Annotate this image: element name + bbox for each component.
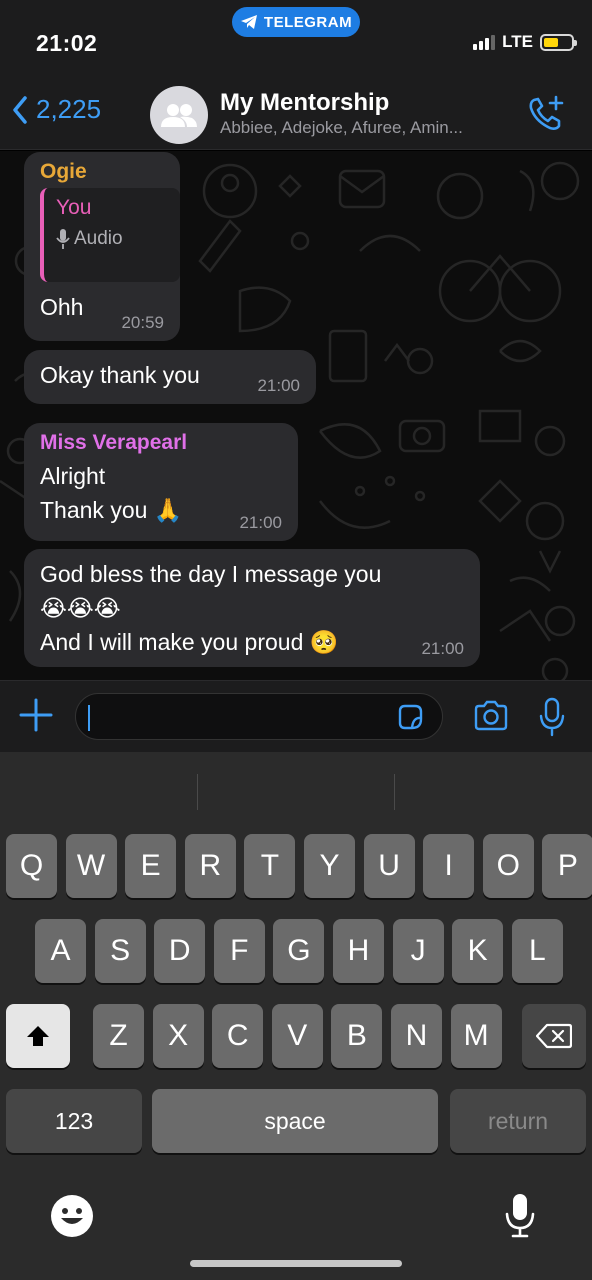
- message-text-line: Alright: [40, 463, 106, 489]
- phone-plus-icon: [529, 95, 564, 130]
- key-o[interactable]: O: [482, 834, 534, 898]
- attach-button[interactable]: [18, 697, 54, 733]
- message-emoji-line: 😭😭😭: [40, 595, 121, 621]
- message-bubble[interactable]: God bless the day I message you 😭😭😭 And …: [24, 549, 480, 667]
- backspace-icon: [536, 1023, 572, 1049]
- key-j[interactable]: J: [392, 919, 444, 983]
- back-button[interactable]: 2,225: [12, 94, 101, 125]
- key-h[interactable]: H: [333, 919, 384, 983]
- status-time: 21:02: [36, 30, 98, 56]
- key-y[interactable]: Y: [304, 834, 355, 898]
- message-text-line: God bless the day I message you: [40, 561, 382, 587]
- backspace-key[interactable]: [522, 1004, 586, 1068]
- network-label: LTE: [502, 32, 533, 51]
- reply-sender: You: [56, 196, 92, 219]
- key-g[interactable]: G: [273, 919, 325, 983]
- suggestion-divider: [394, 774, 395, 810]
- message-bubble[interactable]: Okay thank you 21:00: [24, 350, 316, 404]
- add-call-button[interactable]: [526, 94, 566, 134]
- key-q[interactable]: Q: [6, 834, 57, 898]
- shift-arrow-icon: [27, 1026, 49, 1046]
- group-avatar[interactable]: [150, 86, 208, 144]
- telegram-icon: [240, 15, 257, 29]
- sender-name: Ogie: [40, 160, 87, 183]
- emoji-icon: [51, 1195, 93, 1237]
- reply-content-label: Audio: [74, 228, 123, 249]
- dictation-button[interactable]: [504, 1192, 536, 1243]
- key-r[interactable]: R: [184, 834, 236, 898]
- key-z[interactable]: Z: [93, 1004, 144, 1068]
- telegram-pill[interactable]: TELEGRAM: [232, 7, 360, 37]
- reply-preview[interactable]: You Audio: [40, 188, 180, 282]
- chat-area[interactable]: Ogie You Audio Ohh 20:59 Okay thank you …: [0, 151, 592, 680]
- emoji-keyboard-button[interactable]: [50, 1194, 94, 1243]
- sticker-icon: [398, 704, 423, 730]
- chat-header: 2,225 My Mentorship Abbiee, Adejoke, Afu…: [0, 80, 592, 150]
- key-w[interactable]: W: [65, 834, 117, 898]
- key-i[interactable]: I: [423, 834, 475, 898]
- voice-message-button[interactable]: [538, 697, 566, 737]
- key-n[interactable]: N: [391, 1004, 442, 1068]
- suggestion-divider: [197, 774, 198, 810]
- key-x[interactable]: X: [152, 1004, 204, 1068]
- key-a[interactable]: A: [35, 919, 86, 983]
- key-l[interactable]: L: [511, 919, 563, 983]
- key-t[interactable]: T: [244, 834, 296, 898]
- status-bar: 21:02 TELEGRAM LTE: [0, 0, 592, 80]
- message-bubble[interactable]: Ogie You Audio Ohh 20:59: [24, 152, 180, 341]
- key-d[interactable]: D: [154, 919, 206, 983]
- key-k[interactable]: K: [452, 919, 504, 983]
- group-icon: [161, 104, 197, 127]
- chat-members[interactable]: Abbiee, Adejoke, Afuree, Amin...: [220, 118, 463, 138]
- back-count: 2,225: [36, 94, 102, 124]
- key-f[interactable]: F: [213, 919, 265, 983]
- message-input[interactable]: [75, 693, 443, 740]
- key-s[interactable]: S: [94, 919, 146, 983]
- key-p[interactable]: P: [542, 834, 592, 898]
- key-v[interactable]: V: [271, 1004, 323, 1068]
- message-time: 21:00: [239, 513, 282, 532]
- reply-content: Audio: [56, 228, 168, 250]
- camera-button[interactable]: [472, 699, 510, 733]
- message-bubble[interactable]: Miss Verapearl Alright Thank you 🙏 21:00: [24, 423, 298, 541]
- sticker-button[interactable]: [396, 703, 424, 731]
- space-key[interactable]: space: [152, 1089, 438, 1153]
- return-key[interactable]: return: [450, 1089, 586, 1153]
- key-u[interactable]: U: [363, 834, 415, 898]
- key-m[interactable]: M: [450, 1004, 502, 1068]
- signal-icon: [473, 34, 496, 50]
- keyboard: QWERTYUIOP ASDFGHJKL ZXCVBNM 123 space r…: [0, 752, 592, 1280]
- key-b[interactable]: B: [331, 1004, 383, 1068]
- message-time: 20:59: [121, 313, 164, 332]
- composer-bar: [0, 680, 592, 752]
- microphone-icon: [505, 1194, 535, 1238]
- telegram-pill-label: TELEGRAM: [263, 13, 353, 31]
- camera-icon: [474, 700, 508, 731]
- message-time: 21:00: [421, 639, 464, 658]
- numbers-key[interactable]: 123: [6, 1089, 142, 1153]
- sender-name: Miss Verapearl: [40, 431, 188, 454]
- shift-key[interactable]: [6, 1004, 70, 1068]
- chevron-left-icon: [13, 95, 27, 124]
- microphone-icon: [539, 697, 565, 737]
- microphone-icon: [56, 229, 70, 249]
- message-text-line: And I will make you proud 🥺: [40, 629, 339, 655]
- message-time: 21:00: [257, 376, 300, 395]
- key-c[interactable]: C: [212, 1004, 264, 1068]
- chat-title[interactable]: My Mentorship: [220, 89, 389, 117]
- status-indicators: LTE: [473, 32, 577, 52]
- text-caret: [88, 705, 90, 731]
- plus-icon: [19, 698, 53, 732]
- battery-icon: [540, 33, 577, 51]
- key-e[interactable]: E: [125, 834, 177, 898]
- home-indicator[interactable]: [190, 1260, 402, 1267]
